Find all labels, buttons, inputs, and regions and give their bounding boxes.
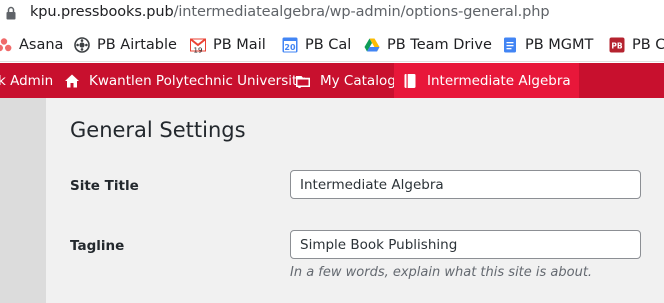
bookmark-pb-airtable[interactable]: PB Airtable (74, 28, 177, 62)
gmail-icon: 19 (190, 37, 206, 55)
bookmark-label: PB Cal (305, 37, 352, 53)
url-text[interactable]: kpu.pressbooks.pub/intermediatealgebra/w… (30, 4, 550, 20)
admin-bar: k Admin Kwantlen Polytechnic University … (0, 63, 664, 98)
pressbooks-icon: PB (609, 37, 625, 53)
admin-menu-sidebar (0, 98, 46, 303)
drive-icon (364, 37, 380, 53)
bookmark-pb-mail[interactable]: 19 PB Mail (190, 28, 266, 62)
url-host: kpu.pressbooks.pub (30, 4, 174, 20)
bookmark-label: Asana (19, 37, 64, 53)
bookmarks-bar: Asana PB Airtable 19 PB Mail 20 PB Cal P… (0, 28, 664, 62)
lock-icon (6, 6, 16, 20)
url-path: /intermediatealgebra/wp-admin/options-ge… (173, 4, 550, 20)
bookmark-label: PB C (632, 37, 664, 53)
home-icon (64, 73, 80, 89)
adminbar-label: Kwantlen Polytechnic University (89, 72, 306, 89)
tagline-label: Tagline (70, 238, 125, 254)
svg-text:PB: PB (611, 42, 622, 51)
address-bar[interactable]: kpu.pressbooks.pub/intermediatealgebra/w… (0, 0, 664, 28)
settings-content: General Settings Site Title Intermediate… (46, 98, 664, 303)
tagline-description: In a few words, explain what this site i… (290, 265, 593, 280)
bookmark-pb-c[interactable]: PB PB C (609, 28, 664, 62)
bookmark-label: PB Team Drive (387, 37, 492, 53)
docs-icon (502, 37, 518, 53)
bookmark-pb-mgmt[interactable]: PB MGMT (502, 28, 593, 62)
svg-text:19: 19 (194, 47, 203, 54)
svg-text:20: 20 (284, 43, 296, 52)
folder-icon (295, 73, 311, 89)
bookmark-label: PB Airtable (97, 37, 177, 53)
calendar-icon: 20 (282, 37, 298, 53)
adminbar-kwantlen[interactable]: Kwantlen Polytechnic University (64, 63, 305, 98)
bookmark-label: PB MGMT (525, 37, 594, 53)
adminbar-my-catalog[interactable]: My Catalog (295, 63, 396, 98)
adminbar-label: k Admin (0, 72, 54, 89)
site-title-input[interactable]: Intermediate Algebra (290, 170, 641, 199)
bookmark-label: PB Mail (213, 37, 266, 53)
bookmark-pb-team-drive[interactable]: PB Team Drive (364, 28, 492, 62)
bookmark-asana[interactable]: Asana (0, 28, 63, 62)
book-icon (402, 73, 418, 89)
airtable-icon (74, 37, 90, 53)
adminbar-intermediate-algebra[interactable]: Intermediate Algebra (394, 63, 579, 98)
page-title: General Settings (70, 118, 246, 142)
site-title-label: Site Title (70, 178, 139, 194)
tagline-input[interactable]: Simple Book Publishing (290, 230, 641, 259)
adminbar-network-admin[interactable]: k Admin (0, 63, 53, 98)
adminbar-label: My Catalog (320, 72, 396, 89)
asana-icon (0, 37, 12, 53)
bookmark-pb-cal[interactable]: 20 PB Cal (282, 28, 351, 62)
adminbar-label: Intermediate Algebra (427, 72, 571, 89)
